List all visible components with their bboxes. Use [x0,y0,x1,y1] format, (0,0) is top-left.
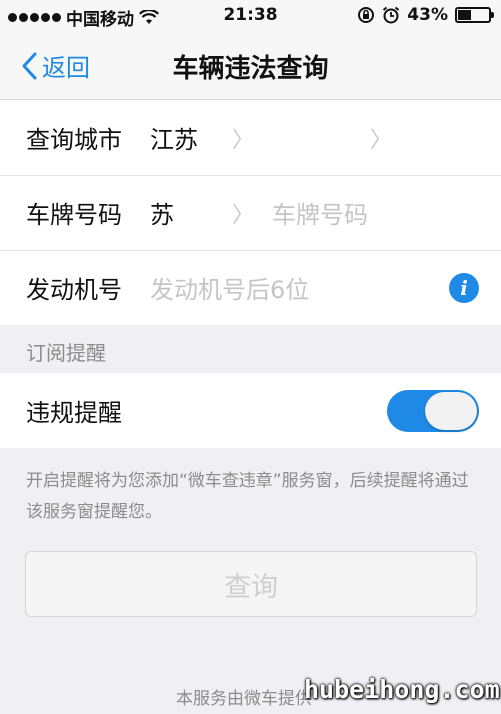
toggle-knob [425,392,477,430]
status-right: 43% [357,5,494,25]
subscribe-section-title: 订阅提醒 [0,325,501,373]
city-label: 查询城市 [26,126,122,154]
violation-alert-toggle[interactable] [387,390,479,432]
chevron-right-icon: 〉 [370,127,393,153]
battery-percent: 43% [407,5,448,25]
info-icon[interactable]: i [449,272,479,303]
footer-text: 本服务由微车提供 [176,689,312,709]
battery-fill [458,10,471,20]
battery-icon [455,7,494,23]
violation-alert-label: 违规提醒 [26,399,122,427]
plate-label: 车牌号码 [26,201,122,229]
query-form: 查询城市 江苏 〉 〉 车牌号码 苏 〉 车牌号码 发动机号 发动机号后6位 i [0,100,501,325]
rotation-lock-icon [358,7,375,23]
engine-label: 发动机号 [26,276,122,304]
plate-number-input[interactable]: 车牌号码 [272,195,368,230]
nav-bar: 返回 车辆违法查询 [0,30,501,100]
engine-number-input[interactable]: 发动机号后6位 [150,270,309,305]
violation-alert-row: 违规提醒 [0,373,501,448]
engine-row: 发动机号 发动机号后6位 i [0,250,501,325]
query-button[interactable]: 查询 [25,551,477,617]
city-row[interactable]: 查询城市 江苏 〉 〉 [0,100,501,175]
alarm-icon [383,6,400,24]
plate-row: 车牌号码 苏 〉 车牌号码 [0,175,501,250]
status-bar: 中国移动 21:38 43% [0,0,501,30]
subscribe-hint: 开启提醒将为您添加“微车查违章”服务窗，后续提醒将通过该服务窗提醒您。 [26,471,469,522]
watermark: hubeihong.com [304,675,500,704]
city-value: 江苏 [150,126,198,154]
chevron-right-icon: 〉 [232,202,255,228]
plate-prefix-select[interactable]: 苏 [150,195,174,230]
chevron-right-icon: 〉 [232,127,255,153]
page-title: 车辆违法查询 [172,54,329,84]
